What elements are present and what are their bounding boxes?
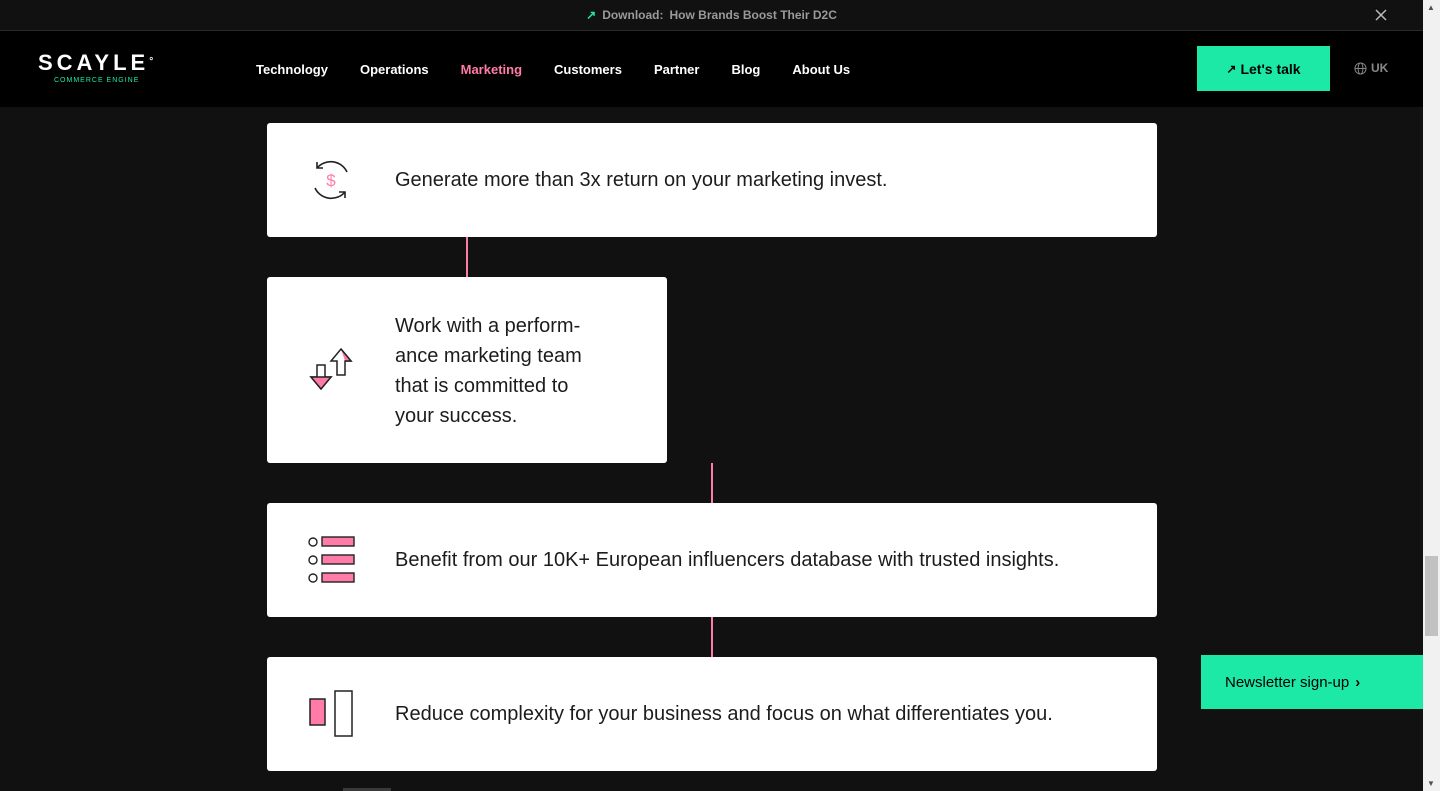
- close-icon[interactable]: [1373, 7, 1389, 23]
- arrow-up-right-icon: ↗: [586, 8, 597, 22]
- up-down-arrows-icon: [309, 347, 353, 391]
- nav-item-technology[interactable]: Technology: [256, 62, 328, 77]
- banner-title[interactable]: How Brands Boost Their D2C: [670, 8, 837, 22]
- nav-item-partner[interactable]: Partner: [654, 62, 700, 77]
- logo-subtitle: COMMERCE ENGINE: [54, 77, 140, 84]
- globe-icon: [1354, 61, 1367, 75]
- card-text: Work with a perform- ance marketing team…: [395, 311, 582, 431]
- logo-degree-icon: °: [149, 56, 154, 67]
- card-text-line: ance marketing team: [395, 345, 582, 367]
- card-text: Generate more than 3x return on your mar…: [395, 169, 888, 191]
- nav-item-blog[interactable]: Blog: [731, 62, 760, 77]
- nav-item-customers[interactable]: Customers: [554, 62, 622, 77]
- nav-item-marketing[interactable]: Marketing: [461, 62, 522, 77]
- scrollbar-thumb[interactable]: [1425, 556, 1438, 636]
- card-text: Benefit from our 10K+ European influence…: [395, 549, 1060, 571]
- arrow-up-right-icon: ↗: [1226, 61, 1237, 76]
- card-text-line: your success.: [395, 405, 518, 427]
- logo[interactable]: SCAYLE° COMMERCE ENGINE: [38, 50, 154, 85]
- benefit-card-team: Work with a perform- ance marketing team…: [267, 277, 667, 463]
- newsletter-label: Newsletter sign-up: [1225, 673, 1350, 691]
- main-nav: SCAYLE° COMMERCE ENGINE Technology Opera…: [0, 31, 1423, 107]
- locale-selector[interactable]: UK: [1354, 61, 1388, 75]
- locale-label: UK: [1371, 61, 1389, 75]
- lets-talk-button[interactable]: ↗ Let's talk: [1197, 46, 1330, 91]
- nav-menu: Technology Operations Marketing Customer…: [256, 62, 882, 77]
- benefit-card-roi: $ Generate more than 3x return on your m…: [267, 123, 1157, 237]
- banner-label[interactable]: Download:: [602, 8, 663, 22]
- lets-talk-label: Let's talk: [1240, 60, 1301, 77]
- page-scrollbar[interactable]: ▲ ▼: [1423, 0, 1440, 791]
- connector-line: [466, 237, 468, 277]
- card-text: Reduce complexity for your business and …: [395, 703, 1053, 725]
- chevron-right-icon: ›: [1355, 673, 1361, 691]
- scroll-down-icon[interactable]: ▼: [1427, 779, 1435, 788]
- dollar-cycle-icon: $: [314, 160, 348, 200]
- announcement-bar: ↗ Download: How Brands Boost Their D2C: [0, 0, 1423, 31]
- list-icon: [308, 536, 355, 583]
- connector-line: [711, 463, 713, 503]
- logo-word: SCAYLE: [38, 50, 150, 75]
- svg-text:$: $: [326, 171, 336, 190]
- benefit-card-complexity: Reduce complexity for your business and …: [267, 657, 1157, 771]
- nav-item-about-us[interactable]: About Us: [792, 62, 850, 77]
- newsletter-signup-button[interactable]: Newsletter sign-up ›: [1201, 655, 1423, 709]
- nav-item-operations[interactable]: Operations: [360, 62, 429, 77]
- benefit-card-influencers: Benefit from our 10K+ European influence…: [267, 503, 1157, 617]
- card-text-line: that is committed to: [395, 375, 569, 397]
- scroll-up-icon[interactable]: ▲: [1427, 3, 1435, 12]
- connector-line: [711, 617, 713, 657]
- card-text-line: Work with a perform-: [395, 315, 581, 337]
- columns-icon: [309, 690, 353, 737]
